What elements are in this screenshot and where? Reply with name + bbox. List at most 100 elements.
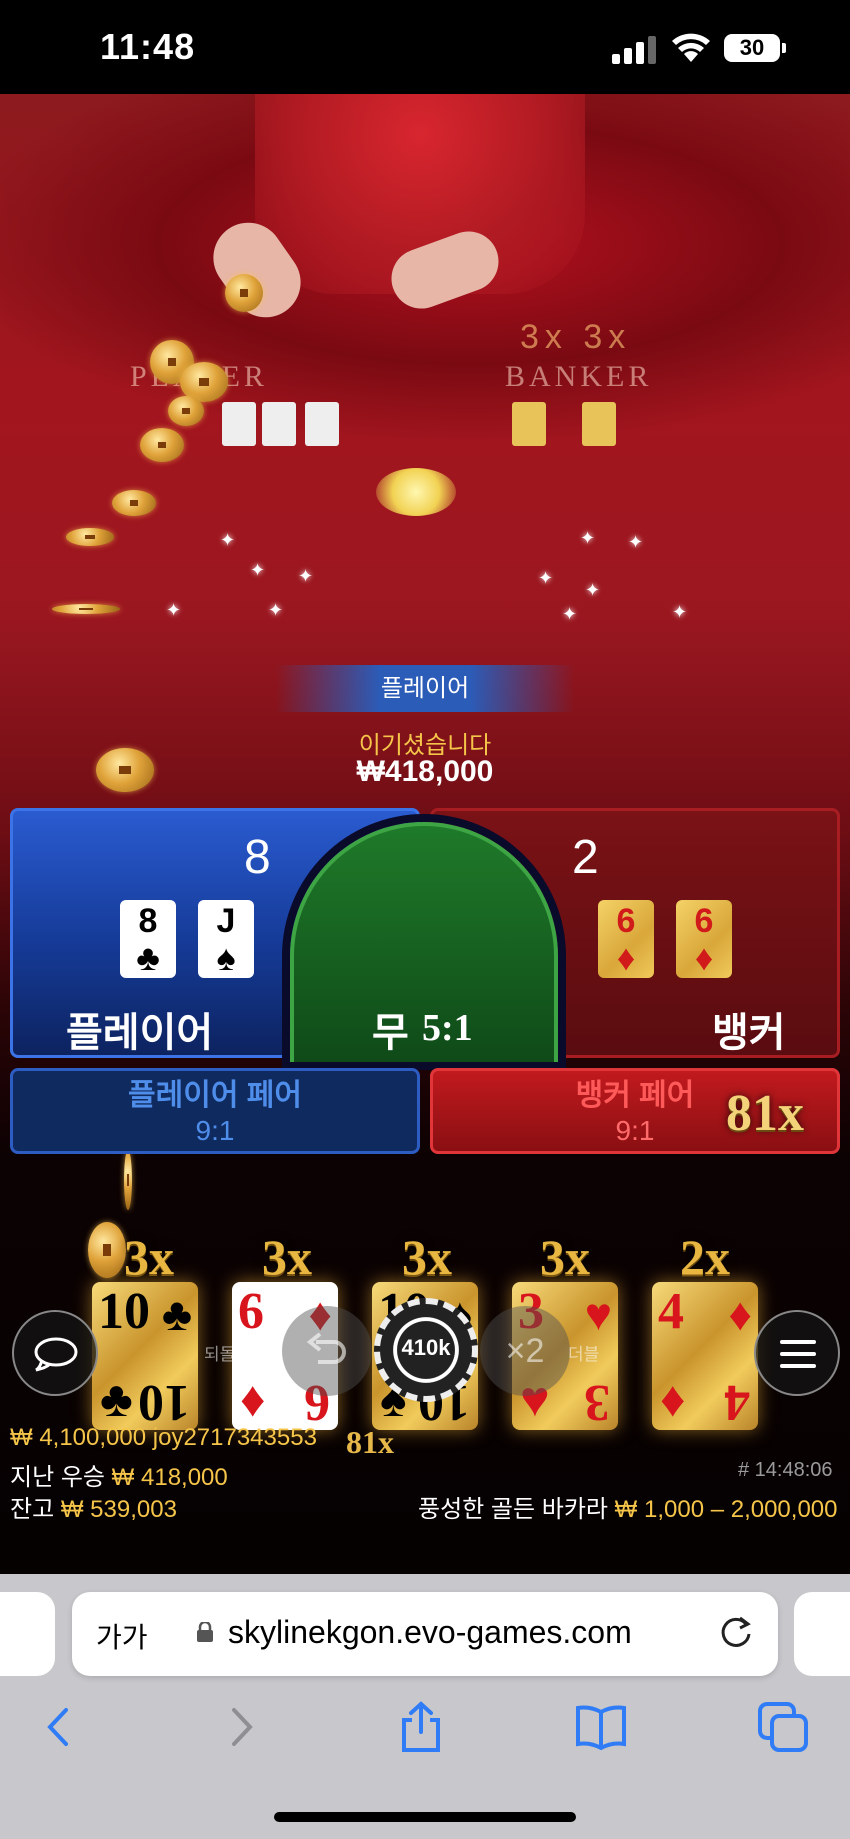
diamond-icon: ♦ — [616, 937, 636, 978]
undo-button[interactable] — [282, 1306, 372, 1396]
next-tab[interactable] — [794, 1592, 850, 1676]
card-rank: 6 — [238, 1283, 264, 1340]
player-pair-label: 플레이어 페어 — [128, 1079, 302, 1112]
player-label: 플레이어 — [66, 1011, 214, 1055]
coin-icon — [112, 490, 156, 516]
player-card: 8 ♣ — [120, 900, 176, 978]
battery-tip — [782, 43, 786, 53]
bookmarks-icon[interactable] — [574, 1700, 628, 1754]
golden-card: 4 ♦ ♦ 4 — [652, 1282, 758, 1431]
last-win: 지난 우승 ₩ 418,000 — [10, 1457, 228, 1492]
coin-icon — [168, 396, 204, 426]
banker-card: 6 ♦ — [598, 900, 654, 978]
balance: 잔고 ₩ 539,003 — [10, 1489, 177, 1524]
sparkle-icon: ✦ — [166, 600, 182, 620]
player-score: 8 — [244, 831, 271, 884]
player-pair-odds: 9:1 — [195, 1115, 235, 1146]
top-winner: ₩ 4,100,000 joy2717343553 — [10, 1424, 317, 1451]
double-label: 더블 — [568, 1345, 600, 1364]
status-time: 11:48 — [100, 26, 196, 67]
previous-tab[interactable] — [0, 1592, 55, 1676]
balance-label: 잔고 — [10, 1496, 55, 1523]
golden-glow — [376, 468, 456, 516]
card-rank: 10 — [98, 1283, 150, 1340]
reader-settings-button[interactable]: 가가 — [96, 1616, 148, 1656]
table-limits: ₩ 1,000 – 2,000,000 — [614, 1496, 838, 1523]
reload-icon[interactable] — [716, 1612, 756, 1652]
sparkle-icon: ✦ — [220, 530, 236, 550]
wifi-icon — [672, 33, 710, 62]
undo-label: 되돌리기 — [204, 1345, 267, 1364]
table-card — [512, 402, 546, 446]
battery-icon: 30 — [724, 34, 780, 62]
back-icon[interactable] — [32, 1700, 86, 1754]
table-card — [582, 402, 616, 446]
sparkle-icon: ✦ — [562, 604, 578, 624]
golden-card-multiplier: 3x — [262, 1229, 312, 1285]
sparkle-icon: ✦ — [585, 580, 601, 600]
sparkle-icon: ✦ — [672, 602, 688, 622]
card-rank: 8 — [138, 902, 158, 940]
club-icon: ♣ — [100, 1371, 133, 1427]
last-win-label: 지난 우승 — [10, 1464, 105, 1491]
win-amount: ₩418,000 — [356, 755, 494, 788]
table-card — [262, 402, 296, 446]
sparkle-icon: ✦ — [538, 568, 554, 588]
sparkle-icon: ✦ — [580, 528, 596, 548]
diamond-icon: ♦ — [660, 1371, 686, 1427]
spade-icon: ♠ — [216, 937, 236, 978]
balance-value: ₩ 539,003 — [60, 1496, 177, 1523]
menu-button[interactable] — [754, 1310, 840, 1396]
golden-card-multiplier: 3x — [540, 1229, 590, 1285]
card-rank: 3 — [584, 1374, 610, 1431]
round-id: # 14:48:06 — [738, 1459, 833, 1481]
diamond-icon: ♦ — [728, 1289, 752, 1340]
club-icon: ♣ — [136, 937, 160, 978]
last-win-value: ₩ 418,000 — [111, 1464, 228, 1491]
golden-card-multiplier: 2x — [680, 1229, 730, 1285]
coin-icon — [124, 1150, 132, 1210]
tie-odds: 5:1 — [422, 1007, 473, 1049]
table-info[interactable]: 풍성한 골든 바카라 ₩ 1,000 – 2,000,000 — [418, 1489, 838, 1524]
club-icon: ♣ — [161, 1289, 192, 1340]
card-rank: 6 — [616, 902, 636, 940]
coin-icon — [66, 528, 114, 546]
sparkle-icon: ✦ — [250, 560, 266, 580]
diamond-icon: ♦ — [694, 937, 714, 978]
coin-icon — [140, 428, 184, 462]
diamond-icon: ♦ — [240, 1371, 266, 1427]
table-name: 풍성한 골든 바카라 — [418, 1496, 608, 1523]
lock-icon — [197, 1622, 213, 1642]
golden-card-multiplier: 3x — [402, 1229, 452, 1285]
golden-card-multiplier: 3x — [124, 1229, 174, 1285]
double-button[interactable]: ×2 — [480, 1306, 570, 1396]
url-text[interactable]: skylinekgon.evo-games.com — [228, 1614, 632, 1651]
forward-icon[interactable] — [214, 1700, 268, 1754]
cellular-signal-icon — [612, 32, 658, 64]
card-rank: 4 — [724, 1374, 750, 1431]
chip-value: 410k — [401, 1335, 451, 1360]
banker-card: 6 ♦ — [676, 900, 732, 978]
card-rank: J — [216, 902, 236, 940]
sparkle-icon: ✦ — [268, 600, 284, 620]
card-rank: 6 — [694, 902, 714, 940]
share-icon[interactable] — [394, 1700, 448, 1754]
coin-icon — [225, 274, 263, 312]
table-card-multipliers: 3x 3x — [520, 318, 632, 356]
sparkle-icon: ✦ — [628, 532, 644, 552]
player-card: J ♠ — [198, 900, 254, 978]
top-winner-multiplier: 81x — [346, 1424, 394, 1460]
banker-label: 뱅커 — [712, 1011, 786, 1055]
table-banker-text: BANKER — [505, 360, 653, 393]
table-card — [305, 402, 339, 446]
hamburger-icon — [780, 1340, 816, 1368]
coin-icon — [52, 604, 120, 614]
table-card — [222, 402, 256, 446]
winner-banner: 플레이어 — [275, 665, 575, 712]
home-indicator — [274, 1812, 576, 1822]
banker-pair-multiplier: 81x — [726, 1085, 804, 1142]
golden-card: 10 ♣ ♣ 10 — [92, 1282, 198, 1431]
chat-bubble-icon — [34, 1337, 78, 1372]
tabs-icon[interactable] — [756, 1700, 810, 1754]
chat-button[interactable] — [12, 1310, 98, 1396]
